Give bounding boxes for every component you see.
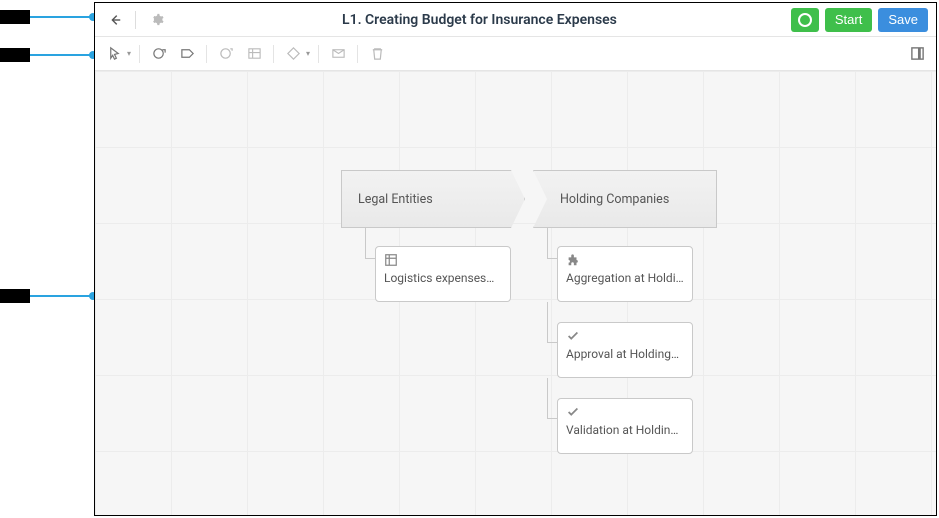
connector [547, 342, 557, 343]
table-icon [384, 253, 398, 267]
divider [206, 45, 207, 63]
settings-button[interactable] [144, 8, 168, 32]
divider [135, 11, 136, 29]
table-icon [247, 46, 262, 61]
connector [547, 418, 557, 419]
check-icon [566, 405, 580, 419]
editor-frame: L1. Creating Budget for Insurance Expens… [94, 2, 937, 516]
check-icon [566, 329, 580, 343]
panel-toggle[interactable] [904, 41, 930, 67]
callout-marker [0, 289, 97, 303]
process-canvas[interactable]: Legal Entities Holding Companies Logisti… [95, 71, 936, 515]
callout-marker [0, 48, 97, 62]
pointer-tool[interactable] [101, 41, 127, 67]
divider [357, 45, 358, 63]
header-bar: L1. Creating Budget for Insurance Expens… [95, 3, 936, 37]
layout-icon [331, 46, 346, 61]
callout-marker [0, 10, 97, 24]
back-button[interactable] [103, 8, 127, 32]
stage-add-icon [152, 46, 167, 61]
process-node-validation[interactable]: Validation at Holding… [557, 398, 693, 454]
layout-tool[interactable] [325, 41, 351, 67]
tag-icon [180, 46, 195, 61]
diamond-icon [286, 46, 301, 61]
dropdown-caret-icon[interactable]: ▾ [306, 49, 310, 58]
delete-tool[interactable] [364, 41, 390, 67]
trash-icon [370, 46, 385, 61]
connector [547, 302, 548, 342]
page-title: L1. Creating Budget for Insurance Expens… [174, 12, 785, 28]
node-label: Aggregation at Holding… [566, 271, 684, 285]
group-icon [219, 46, 234, 61]
stage-label: Legal Entities [358, 192, 433, 207]
node-label: Approval at Holding… [566, 347, 684, 361]
divider [318, 45, 319, 63]
connector [547, 228, 548, 258]
connector [547, 258, 557, 259]
run-button[interactable] [791, 8, 819, 32]
node-label: Validation at Holding… [566, 423, 684, 437]
diamond-tool[interactable] [280, 41, 306, 67]
stage-legal-entities[interactable]: Legal Entities [341, 170, 525, 228]
divider [273, 45, 274, 63]
pointer-icon [107, 46, 122, 61]
connector [365, 258, 375, 259]
stage-label: Holding Companies [560, 192, 669, 207]
process-node-approval[interactable]: Approval at Holding… [557, 322, 693, 378]
create-task-tool[interactable] [174, 41, 200, 67]
group-tool[interactable] [213, 41, 239, 67]
create-stage-tool[interactable] [146, 41, 172, 67]
save-button[interactable]: Save [878, 8, 928, 32]
panel-icon [910, 46, 925, 61]
connector [547, 378, 548, 418]
node-label: Logistics expenses… [384, 271, 502, 285]
gear-icon [149, 12, 164, 27]
divider [139, 45, 140, 63]
connector [365, 228, 366, 258]
table-tool[interactable] [241, 41, 267, 67]
arrow-left-icon [108, 13, 122, 27]
process-node-aggregation[interactable]: Aggregation at Holding… [557, 246, 693, 302]
run-icon [798, 13, 812, 27]
editor-toolbar: ▾ ▾ [95, 37, 936, 71]
dropdown-caret-icon[interactable]: ▾ [127, 49, 131, 58]
start-button[interactable]: Start [825, 8, 872, 32]
process-node-logistics[interactable]: Logistics expenses… [375, 246, 511, 302]
puzzle-icon [566, 253, 580, 267]
stage-holding-companies[interactable]: Holding Companies [533, 170, 717, 228]
